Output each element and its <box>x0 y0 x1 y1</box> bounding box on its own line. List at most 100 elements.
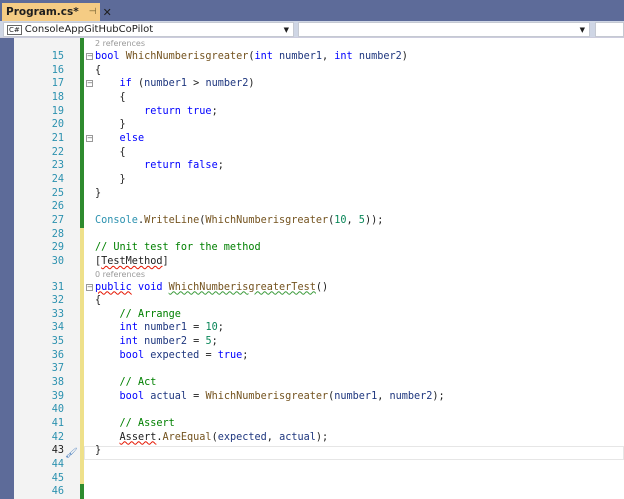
project-dropdown[interactable]: C# ConsoleAppGitHubCoPilot ▼ <box>3 22 294 37</box>
csharp-project-icon: C# <box>7 24 22 35</box>
line-number: 15 <box>51 51 64 62</box>
chevron-down-icon: ▼ <box>283 25 289 34</box>
collapse-icon[interactable]: − <box>86 134 93 142</box>
line-number: 38 <box>51 377 64 389</box>
code-text: bool WhichNumberisgreater(int number1, i… <box>95 50 408 64</box>
code-token: )); <box>364 214 384 226</box>
code-token: AreEqual <box>162 431 212 443</box>
collapse-icon[interactable]: − <box>86 283 93 291</box>
code-token: WhichNumberisgreaterTest <box>168 281 316 293</box>
code-line: 33 // Arrange <box>0 308 624 322</box>
line-number: 17 <box>51 78 64 90</box>
code-token: number2 <box>144 336 188 348</box>
code-text: bool expected = true; <box>95 349 249 363</box>
code-line: 39 bool actual = WhichNumberisgreater(nu… <box>0 390 624 404</box>
code-token: expected <box>217 431 267 443</box>
codelens-references: 2 references <box>0 38 624 50</box>
code-token: ; <box>242 349 249 361</box>
code-token: // Assert <box>119 418 175 430</box>
code-token: ) <box>401 51 408 62</box>
code-token: WhichNumberisgreater <box>205 214 329 226</box>
line-number: 25 <box>51 187 64 199</box>
pin-icon[interactable]: ⊣ <box>89 7 97 17</box>
code-line: 44 <box>0 458 624 472</box>
code-line: 24 } <box>0 173 624 187</box>
code-token: , <box>321 51 335 62</box>
code-token: int <box>254 51 273 62</box>
code-text: int number2 = 5; <box>95 335 218 349</box>
code-token: return <box>144 160 181 172</box>
code-editor[interactable]: 2 references 15− bool WhichNumberisgreater… <box>0 38 624 499</box>
code-token: int <box>119 322 138 334</box>
code-token: , <box>377 390 390 402</box>
type-dropdown[interactable]: ▼ <box>298 22 590 37</box>
code-text: // Assert <box>95 417 175 431</box>
code-token: } <box>95 119 126 131</box>
code-line: 17 − if (number1 > number2) <box>0 77 624 91</box>
close-icon[interactable]: ✕ <box>103 6 112 19</box>
code-token: = <box>187 390 206 402</box>
code-line: 30 [TestMethod] <box>0 255 624 269</box>
line-number: 30 <box>51 255 64 267</box>
line-number: 23 <box>51 160 64 172</box>
chevron-down-icon: ▼ <box>579 25 585 34</box>
code-line: 25} <box>0 187 624 201</box>
code-line: 20 } <box>0 118 624 132</box>
line-number: 21 <box>51 132 64 144</box>
code-text: { <box>95 64 101 78</box>
code-token: ; <box>217 160 224 172</box>
code-text: { <box>95 146 126 160</box>
code-token: number1 <box>144 322 188 334</box>
code-token: actual <box>150 390 188 402</box>
code-token: // Unit test for the method <box>95 242 261 254</box>
collapse-icon[interactable]: − <box>86 80 93 88</box>
code-line: 28 <box>0 228 624 242</box>
line-number: 26 <box>51 201 64 213</box>
code-token: ] <box>162 255 169 267</box>
code-text: return false; <box>95 159 224 173</box>
code-text: Console.WriteLine(WhichNumberisgreater(1… <box>95 214 383 228</box>
line-number: 24 <box>51 173 64 185</box>
code-token: WriteLine <box>144 214 200 226</box>
code-text: public void WhichNumberisgreaterTest() <box>95 281 328 295</box>
references-link[interactable]: 2 references <box>95 38 145 50</box>
line-number: 32 <box>51 295 64 307</box>
codelens-references: 0 references <box>0 269 624 281</box>
project-name: ConsoleAppGitHubCoPilot <box>24 24 154 35</box>
collapse-icon[interactable]: − <box>86 53 93 60</box>
line-number: 20 <box>51 119 64 131</box>
code-text: { <box>95 91 126 105</box>
code-token: number2 <box>205 78 249 90</box>
code-line: 42 Assert.AreEqual(expected, actual); <box>0 431 624 445</box>
member-dropdown[interactable] <box>595 22 624 37</box>
code-text: } <box>95 187 101 201</box>
code-token: { <box>95 146 126 158</box>
code-text: return true; <box>95 105 218 119</box>
quick-actions-brush-icon[interactable]: 🖌 <box>65 448 78 459</box>
code-line: 46 <box>0 485 624 499</box>
line-number: 36 <box>51 349 64 361</box>
code-line: 37 <box>0 362 624 376</box>
references-link[interactable]: 0 references <box>95 269 145 281</box>
line-number: 29 <box>51 242 64 254</box>
code-token: , <box>346 214 359 226</box>
line-number: 43 <box>51 445 64 457</box>
code-token: } <box>95 187 102 199</box>
code-token: WhichNumberisgreater <box>205 390 329 402</box>
code-token: 10 <box>334 214 347 226</box>
code-token: number2 <box>389 390 433 402</box>
code-text: // Act <box>95 376 157 390</box>
code-token: ); <box>432 390 445 402</box>
code-token: number1 <box>279 51 322 62</box>
code-line: 27 Console.WriteLine(WhichNumberisgreater… <box>0 214 624 228</box>
tab-program-cs[interactable]: Program.cs* ⊣ ✕ <box>2 3 112 21</box>
code-token: number1 <box>144 78 188 90</box>
code-token: } <box>95 445 102 457</box>
code-token: TestMethod <box>101 255 163 267</box>
code-line: 29 // Unit test for the method <box>0 241 624 255</box>
